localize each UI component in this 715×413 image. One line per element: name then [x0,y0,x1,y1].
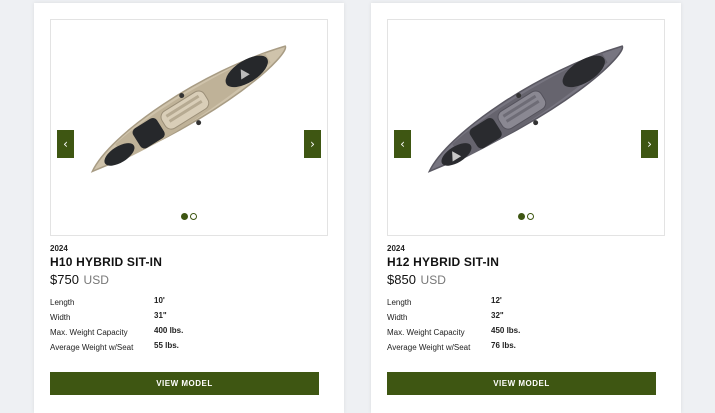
view-model-button[interactable]: VIEW MODEL [50,372,319,395]
spec-row-width: Width 31" [50,311,310,326]
product-year: 2024 [387,244,405,253]
spec-label: Max. Weight Capacity [387,328,465,337]
spec-list: Length 12' Width 32" Max. Weight Capacity 4… [387,296,647,356]
spec-row-length: Length 12' [387,296,647,311]
product-price: $850 USD [387,272,446,287]
spec-value: 31" [154,311,167,320]
spec-value: 12' [491,296,502,305]
spec-label: Length [50,298,75,307]
spec-value: 450 lbs. [491,326,521,335]
chevron-right-icon: › [647,137,652,151]
carousel-dots [51,213,327,220]
spec-row-weight: Average Weight w/Seat 76 lbs. [387,341,647,356]
spec-value: 400 lbs. [154,326,184,335]
carousel-dot-2[interactable] [190,213,197,220]
kayak-image[interactable] [69,36,309,186]
spec-label: Max. Weight Capacity [50,328,128,337]
carousel-prev-button[interactable]: ‹ [57,130,74,158]
spec-list: Length 10' Width 31" Max. Weight Capacity 4… [50,296,310,356]
spec-label: Average Weight w/Seat [387,343,471,352]
price-currency: USD [420,273,446,287]
product-card-h10: ‹ › 2024 H10 HYBRID SIT-IN $750 USD Leng… [34,3,344,413]
carousel-next-button[interactable]: › [304,130,321,158]
spec-value: 76 lbs. [491,341,516,350]
spec-label: Width [387,313,408,322]
spec-label: Average Weight w/Seat [50,343,134,352]
product-image-gallery: ‹ › [50,19,328,236]
product-image-gallery: ‹ › [387,19,665,236]
product-year: 2024 [50,244,68,253]
carousel-dot-1[interactable] [518,213,525,220]
carousel-dot-2[interactable] [527,213,534,220]
spec-label: Width [50,313,71,322]
carousel-dots [388,213,664,220]
kayak-image[interactable] [406,36,646,186]
price-amount: $850 [387,272,416,287]
spec-label: Length [387,298,412,307]
spec-row-capacity: Max. Weight Capacity 400 lbs. [50,326,310,341]
spec-value: 10' [154,296,165,305]
price-currency: USD [83,273,109,287]
price-amount: $750 [50,272,79,287]
chevron-left-icon: ‹ [63,137,68,151]
spec-value: 32" [491,311,504,320]
spec-value: 55 lbs. [154,341,179,350]
product-name[interactable]: H10 HYBRID SIT-IN [50,255,162,269]
spec-row-length: Length 10' [50,296,310,311]
product-card-h12: ‹ › 2024 H12 HYBRID SIT-IN $850 USD Leng… [371,3,681,413]
chevron-left-icon: ‹ [400,137,405,151]
spec-row-capacity: Max. Weight Capacity 450 lbs. [387,326,647,341]
chevron-right-icon: › [310,137,315,151]
product-name[interactable]: H12 HYBRID SIT-IN [387,255,499,269]
spec-row-weight: Average Weight w/Seat 55 lbs. [50,341,310,356]
view-model-button[interactable]: VIEW MODEL [387,372,656,395]
product-price: $750 USD [50,272,109,287]
carousel-dot-1[interactable] [181,213,188,220]
carousel-next-button[interactable]: › [641,130,658,158]
carousel-prev-button[interactable]: ‹ [394,130,411,158]
spec-row-width: Width 32" [387,311,647,326]
